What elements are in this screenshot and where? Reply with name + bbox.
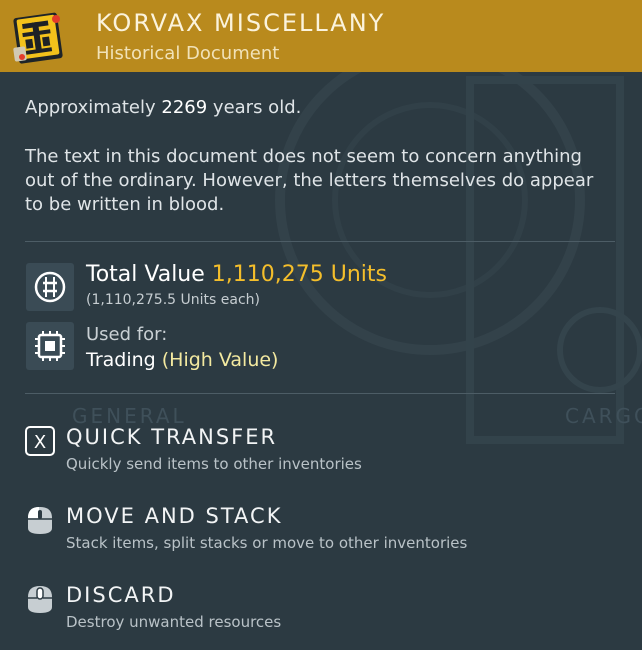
age-prefix: Approximately — [25, 97, 156, 118]
discard-description: Destroy unwanted resources — [66, 613, 282, 631]
total-value-amount: 1,110,275 Units — [211, 262, 388, 287]
mouse-middle-click-icon — [24, 583, 56, 615]
used-for-qualifier: (High Value) — [161, 349, 279, 371]
total-value-row: Total Value 1,110,275 Units — [86, 262, 387, 287]
item-age: Approximately 2269 years old. — [25, 97, 301, 118]
divider-top — [25, 241, 615, 242]
move-and-stack-description: Stack items, split stacks or move to oth… — [66, 534, 468, 552]
used-for-value-row: Trading (High Value) — [86, 349, 278, 371]
discard-action[interactable]: DISCARD Destroy unwanted resources — [24, 583, 624, 643]
item-description: The text in this document does not seem … — [25, 146, 594, 215]
used-for-value: Trading — [86, 349, 156, 371]
item-title: KORVAX MISCELLANY — [96, 9, 386, 37]
korvax-document-icon — [10, 7, 68, 65]
x-key-icon: X — [24, 425, 56, 457]
move-and-stack-action[interactable]: MOVE AND STACK Stack items, split stacks… — [24, 504, 624, 564]
item-header: KORVAX MISCELLANY Historical Document — [0, 0, 642, 72]
mouse-left-click-icon — [24, 504, 56, 536]
age-value: 2269 — [161, 97, 208, 118]
total-value-label: Total Value — [86, 262, 205, 287]
used-for-label: Used for: — [86, 324, 168, 345]
x-key-label: X — [34, 432, 46, 453]
age-suffix: years old. — [212, 97, 302, 118]
discard-label: DISCARD — [66, 583, 176, 607]
units-icon — [26, 263, 74, 311]
divider-bottom — [25, 393, 615, 394]
unit-value-each: (1,110,275.5 Units each) — [86, 292, 260, 308]
move-and-stack-label: MOVE AND STACK — [66, 504, 283, 528]
quick-transfer-label: QUICK TRANSFER — [66, 425, 278, 449]
trade-chip-icon — [26, 322, 74, 370]
item-category: Historical Document — [96, 43, 280, 64]
quick-transfer-action[interactable]: X QUICK TRANSFER Quickly send items to o… — [24, 425, 624, 485]
quick-transfer-description: Quickly send items to other inventories — [66, 455, 362, 473]
